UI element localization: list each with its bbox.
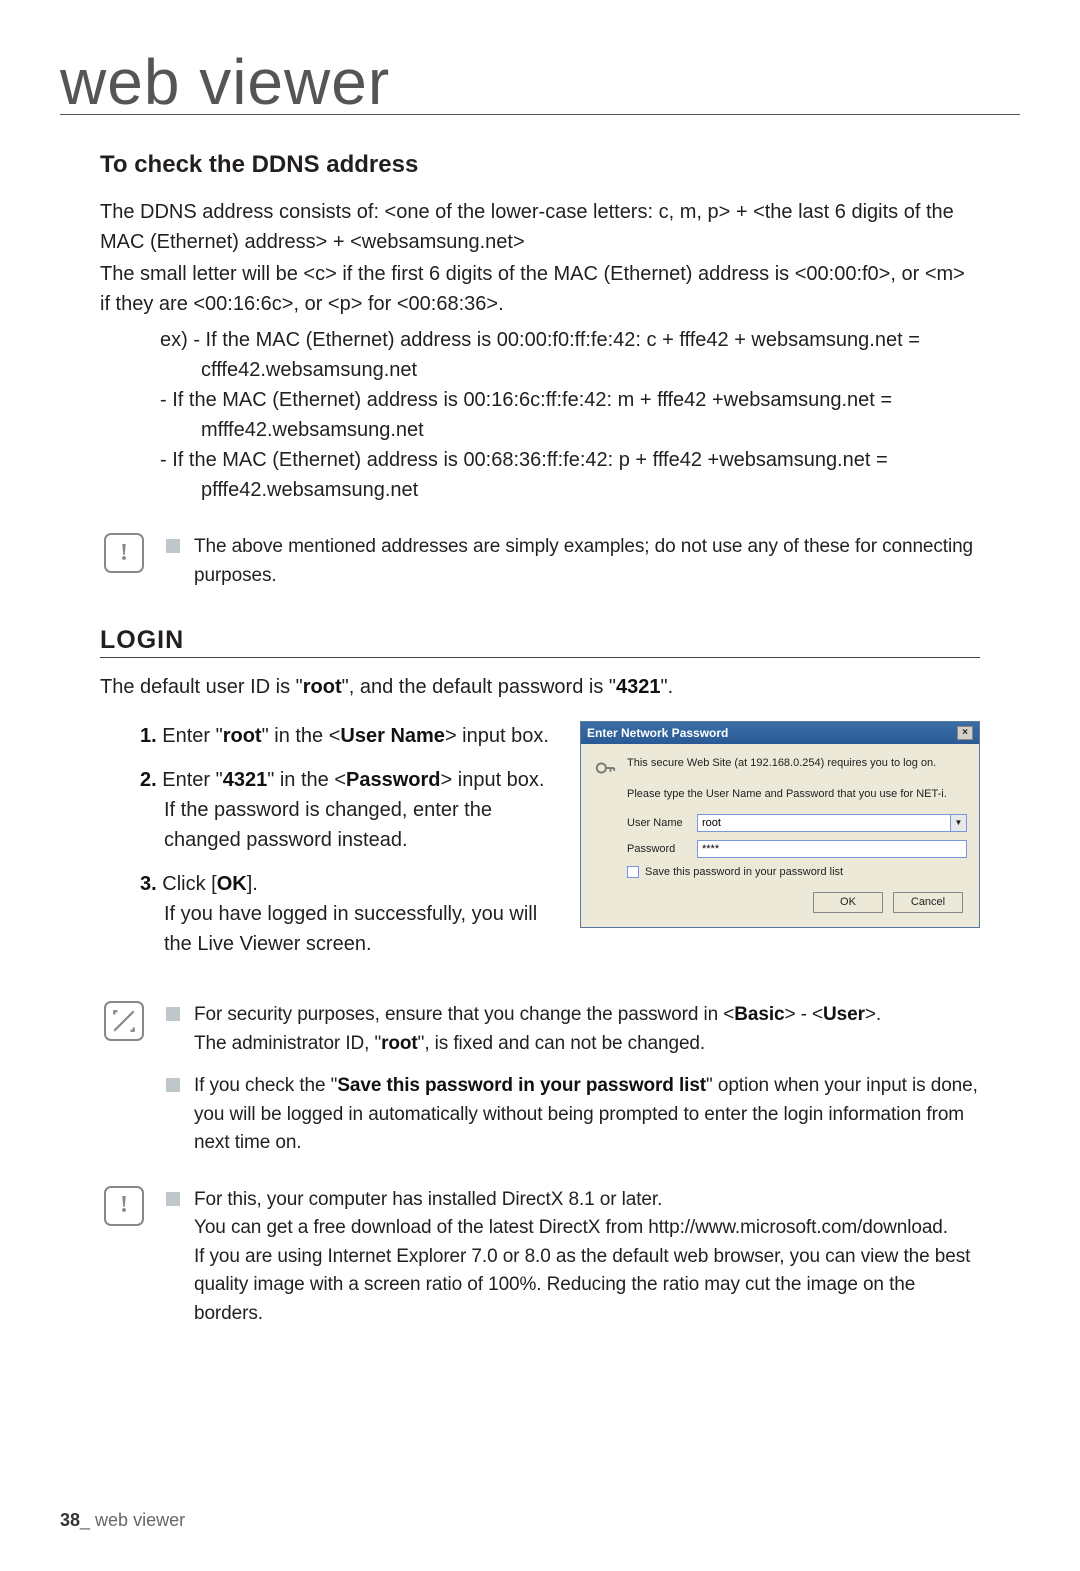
bullet-icon (166, 1078, 180, 1092)
directx-note: For this, your computer has installed Di… (194, 1186, 980, 1329)
page-footer: 38_ web viewer (60, 1510, 185, 1531)
save-password-checkbox[interactable] (627, 866, 639, 878)
login-intro: The default user ID is "root", and the d… (100, 676, 980, 699)
step-1: 1. Enter "root" in the <User Name> input… (140, 721, 556, 751)
note-icon (104, 1001, 144, 1041)
step-3: 3. Click [OK]. If you have logged in suc… (140, 869, 556, 959)
username-field[interactable] (697, 814, 951, 832)
dialog-message-1: This secure Web Site (at 192.168.0.254) … (627, 756, 967, 780)
ddns-desc-1: The DDNS address consists of: <one of th… (100, 197, 980, 257)
save-password-label: Save this password in your password list (645, 866, 843, 878)
bullet-icon (166, 539, 180, 553)
caution-icon: ! (104, 533, 144, 573)
cancel-button[interactable]: Cancel (893, 892, 963, 913)
example-1: ex) - If the MAC (Ethernet) address is 0… (100, 325, 980, 385)
key-icon (593, 756, 617, 780)
save-password-note: If you check the "Save this password in … (194, 1072, 980, 1158)
ddns-desc-2: The small letter will be <c> if the firs… (100, 259, 980, 319)
dialog-title: Enter Network Password (587, 726, 728, 740)
security-note: For security purposes, ensure that you c… (194, 1001, 980, 1058)
password-field[interactable] (697, 840, 967, 858)
login-heading: LOGIN (100, 626, 980, 658)
example-3: - If the MAC (Ethernet) address is 00:68… (100, 445, 980, 505)
ok-button[interactable]: OK (813, 892, 883, 913)
step-2: 2. Enter "4321" in the <Password> input … (140, 765, 556, 855)
dialog-message-2: Please type the User Name and Password t… (627, 788, 967, 800)
chevron-down-icon[interactable]: ▼ (951, 814, 967, 832)
username-label: User Name (627, 817, 697, 829)
close-icon[interactable]: × (957, 726, 973, 740)
caution-icon: ! (104, 1186, 144, 1226)
password-label: Password (627, 843, 697, 855)
ddns-heading: To check the DDNS address (100, 151, 980, 179)
bullet-icon (166, 1007, 180, 1021)
caution-text-1: The above mentioned addresses are simply… (194, 533, 980, 590)
bullet-icon (166, 1192, 180, 1206)
page-title: web viewer (60, 50, 1020, 115)
example-2: - If the MAC (Ethernet) address is 00:16… (100, 385, 980, 445)
login-dialog: Enter Network Password × This secure Web… (580, 721, 980, 928)
